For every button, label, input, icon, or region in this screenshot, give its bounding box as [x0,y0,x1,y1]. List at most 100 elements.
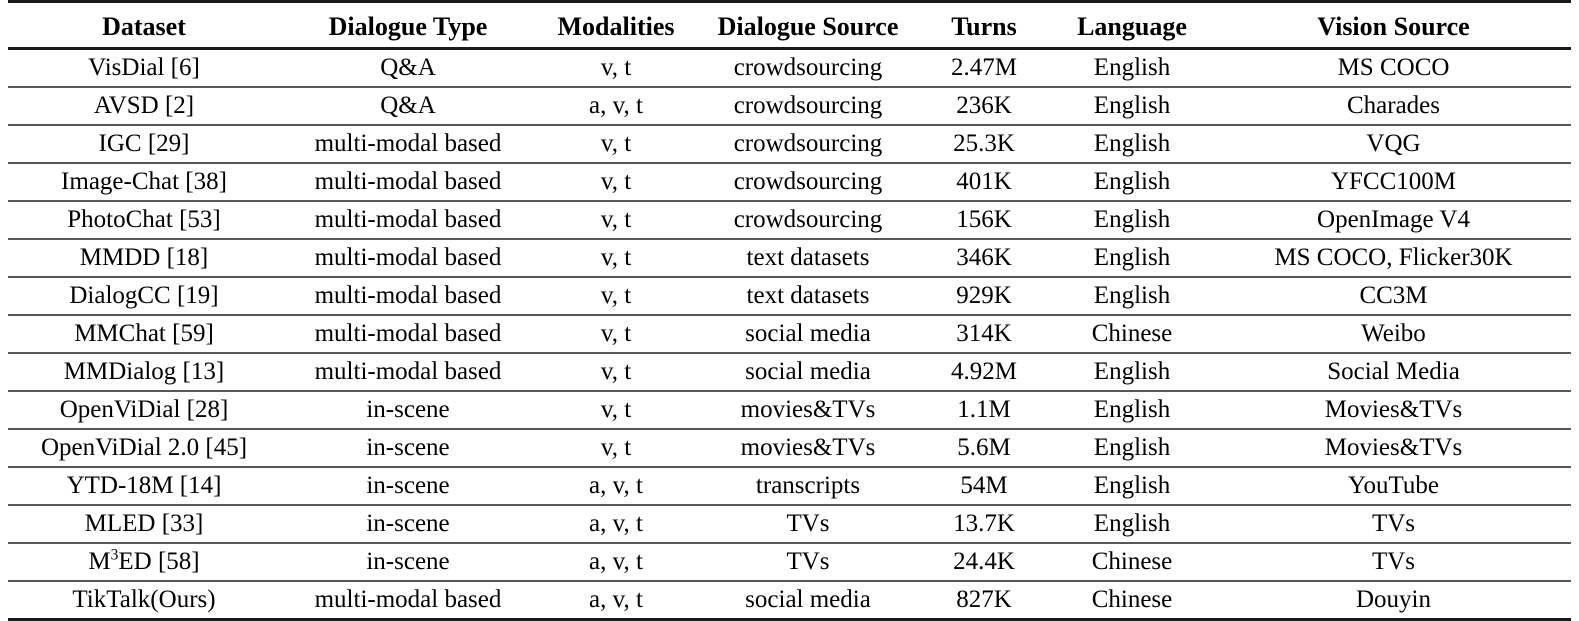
cell-turns: 25.3K [920,125,1048,163]
cell-dataset: MMDialog [13] [8,353,280,391]
cell-dialogue_source: TVs [696,505,920,543]
cell-vision_source: CC3M [1216,277,1571,315]
cell-modalities: v, t [536,163,696,201]
cell-dialogue_source: social media [696,581,920,620]
cell-language: English [1048,125,1216,163]
cell-dialogue_type: multi-modal based [280,353,536,391]
cell-dataset: PhotoChat [53] [8,201,280,239]
cell-dataset: DialogCC [19] [8,277,280,315]
cell-modalities: v, t [536,49,696,88]
table-row: OpenViDial [28]in-scenev, tmovies&TVs1.1… [8,391,1571,429]
table-row: MMDD [18]multi-modal basedv, ttext datas… [8,239,1571,277]
cell-modalities: v, t [536,239,696,277]
cell-dataset: Image-Chat [38] [8,163,280,201]
cell-language: Chinese [1048,543,1216,581]
cell-vision_source: Charades [1216,87,1571,125]
cell-dialogue_type: multi-modal based [280,125,536,163]
cell-vision_source: Douyin [1216,581,1571,620]
column-header-dialogue-source: Dialogue Source [696,7,920,49]
cell-turns: 24.4K [920,543,1048,581]
cell-language: English [1048,467,1216,505]
cell-turns: 236K [920,87,1048,125]
cell-vision_source: Social Media [1216,353,1571,391]
cell-vision_source: Movies&TVs [1216,391,1571,429]
cell-dialogue_source: TVs [696,543,920,581]
cell-dialogue_source: social media [696,353,920,391]
cell-dialogue_source: crowdsourcing [696,87,920,125]
cell-dataset: OpenViDial 2.0 [45] [8,429,280,467]
cell-language: Chinese [1048,315,1216,353]
table-row: DialogCC [19]multi-modal basedv, ttext d… [8,277,1571,315]
cell-language: English [1048,87,1216,125]
cell-dialogue_source: crowdsourcing [696,201,920,239]
cell-dataset: IGC [29] [8,125,280,163]
cell-turns: 54M [920,467,1048,505]
cell-dataset: OpenViDial [28] [8,391,280,429]
cell-vision_source: Weibo [1216,315,1571,353]
cell-dialogue_type: multi-modal based [280,581,536,620]
table-row: VisDial [6]Q&Av, tcrowdsourcing2.47MEngl… [8,49,1571,88]
cell-modalities: v, t [536,429,696,467]
cell-modalities: a, v, t [536,467,696,505]
cell-vision_source: TVs [1216,505,1571,543]
table-row: IGC [29]multi-modal basedv, tcrowdsourci… [8,125,1571,163]
cell-dialogue_source: transcripts [696,467,920,505]
table-row: PhotoChat [53]multi-modal basedv, tcrowd… [8,201,1571,239]
cell-turns: 314K [920,315,1048,353]
cell-dialogue_type: in-scene [280,391,536,429]
cell-dataset: TikTalk(Ours) [8,581,280,620]
cell-dataset: MLED [33] [8,505,280,543]
table-row: MMChat [59]multi-modal basedv, tsocial m… [8,315,1571,353]
cell-dialogue_source: crowdsourcing [696,163,920,201]
dataset-comparison-table-container: Dataset Dialogue Type Modalities Dialogu… [0,0,1579,588]
cell-vision_source: YFCC100M [1216,163,1571,201]
cell-turns: 827K [920,581,1048,620]
cell-modalities: v, t [536,125,696,163]
cell-dialogue_source: social media [696,315,920,353]
cell-dialogue_type: multi-modal based [280,201,536,239]
cell-turns: 4.92M [920,353,1048,391]
cell-turns: 2.47M [920,49,1048,88]
cell-dialogue_source: movies&TVs [696,429,920,467]
cell-dialogue_type: in-scene [280,429,536,467]
dataset-comparison-table: Dataset Dialogue Type Modalities Dialogu… [8,0,1571,621]
column-header-turns: Turns [920,7,1048,49]
cell-vision_source: MS COCO, Flicker30K [1216,239,1571,277]
table-row: MLED [33]in-scenea, v, tTVs13.7KEnglishT… [8,505,1571,543]
cell-language: English [1048,201,1216,239]
cell-vision_source: YouTube [1216,467,1571,505]
cell-dataset: YTD-18M [14] [8,467,280,505]
cell-language: English [1048,239,1216,277]
cell-dataset: MMDD [18] [8,239,280,277]
cell-modalities: v, t [536,277,696,315]
cell-vision_source: VQG [1216,125,1571,163]
cell-dialogue_source: crowdsourcing [696,125,920,163]
cell-dataset: MMChat [59] [8,315,280,353]
table-row: M3ED [58]in-scenea, v, tTVs24.4KChineseT… [8,543,1571,581]
cell-modalities: a, v, t [536,543,696,581]
cell-modalities: a, v, t [536,581,696,620]
column-header-language: Language [1048,7,1216,49]
cell-modalities: v, t [536,201,696,239]
cell-modalities: a, v, t [536,505,696,543]
cell-language: English [1048,49,1216,88]
cell-modalities: v, t [536,353,696,391]
column-header-vision-source: Vision Source [1216,7,1571,49]
table-body: VisDial [6]Q&Av, tcrowdsourcing2.47MEngl… [8,49,1571,620]
cell-dataset: VisDial [6] [8,49,280,88]
table-row: OpenViDial 2.0 [45]in-scenev, tmovies&TV… [8,429,1571,467]
table-row: MMDialog [13]multi-modal basedv, tsocial… [8,353,1571,391]
cell-vision_source: Movies&TVs [1216,429,1571,467]
cell-language: English [1048,163,1216,201]
table-row: TikTalk(Ours)multi-modal baseda, v, tsoc… [8,581,1571,620]
cell-dialogue_source: text datasets [696,277,920,315]
cell-turns: 1.1M [920,391,1048,429]
table-header-row: Dataset Dialogue Type Modalities Dialogu… [8,7,1571,49]
cell-dialogue_type: in-scene [280,543,536,581]
cell-language: Chinese [1048,581,1216,620]
cell-dialogue_type: in-scene [280,467,536,505]
table-row: Image-Chat [38]multi-modal basedv, tcrow… [8,163,1571,201]
column-header-dialogue-type: Dialogue Type [280,7,536,49]
cell-turns: 5.6M [920,429,1048,467]
cell-language: English [1048,429,1216,467]
